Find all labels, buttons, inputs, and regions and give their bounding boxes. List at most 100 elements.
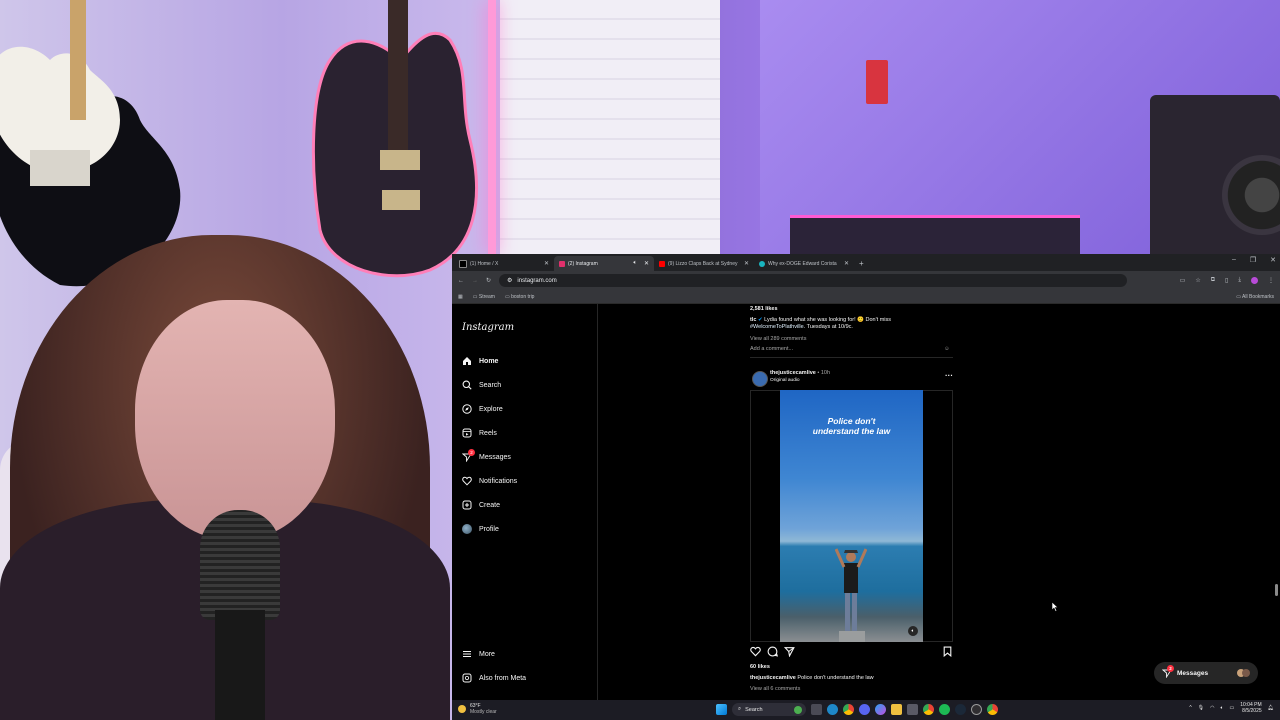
search-icon: ⌕: [738, 706, 742, 712]
profile-avatar-icon[interactable]: [1251, 277, 1258, 284]
spotify-icon[interactable]: [939, 704, 950, 715]
discord-icon[interactable]: [859, 704, 870, 715]
chrome-icon[interactable]: [843, 704, 854, 715]
close-tab-icon[interactable]: ✕: [744, 260, 749, 267]
site-info-icon[interactable]: ⚙︎: [507, 277, 512, 284]
obs-icon[interactable]: [971, 704, 982, 715]
nav-also-from-meta[interactable]: Also from Meta: [462, 673, 526, 683]
comment-icon[interactable]: [767, 646, 778, 657]
mouse-cursor-icon: [1052, 602, 1059, 612]
tab-instagram[interactable]: (2) Instagram 🔈︎ ✕: [554, 256, 654, 271]
volume-icon[interactable]: 🔈︎: [1220, 705, 1223, 711]
add-comment-input[interactable]: Add a comment...: [750, 346, 793, 352]
emoji-icon[interactable]: ☺︎: [944, 346, 950, 352]
copilot-icon[interactable]: [875, 704, 886, 715]
scrollbar[interactable]: [1275, 309, 1278, 695]
apps-grid-icon[interactable]: ▦: [458, 294, 463, 300]
home-icon: [463, 357, 471, 365]
battery-icon[interactable]: ▭: [1230, 705, 1235, 711]
new-tab-button[interactable]: +: [854, 256, 869, 271]
nav-notifications[interactable]: Notifications: [462, 476, 517, 486]
post-caption-username[interactable]: thejusticecamlive: [750, 675, 796, 681]
save-bookmark-icon[interactable]: [942, 646, 953, 657]
calculator-icon[interactable]: [907, 704, 918, 715]
chrome-pinned-icon[interactable]: [923, 704, 934, 715]
close-tab-icon[interactable]: ✕: [644, 260, 649, 267]
weather-widget[interactable]: 63°F Mostly clear: [458, 703, 497, 715]
mute-icon[interactable]: 🔈︎: [908, 626, 918, 636]
verified-badge-icon: ✔︎: [757, 317, 763, 323]
minimize-icon[interactable]: –: [1232, 256, 1236, 264]
prev-view-comments[interactable]: View all 289 comments: [750, 336, 806, 342]
hamburger-menu-icon: [463, 651, 471, 657]
instagram-logo[interactable]: Instagram: [462, 322, 514, 333]
post-view-comments[interactable]: View all 6 comments: [750, 686, 800, 692]
address-toolbar: ← → ↻ ⚙︎ instagram.com ▭ ☆ ⧉ ▯ ⤓ ⋮: [452, 271, 1280, 290]
caption-username[interactable]: tlc: [750, 317, 756, 323]
tab-article[interactable]: Why ex-DOGE Edward Corista ✕: [754, 256, 854, 271]
prev-post-likes[interactable]: 2,581 likes: [750, 306, 778, 312]
nav-reels[interactable]: Reels: [462, 428, 497, 438]
nav-search[interactable]: Search: [462, 380, 501, 390]
forward-icon[interactable]: →: [472, 278, 478, 284]
messages-pill-button[interactable]: 2 Messages: [1154, 662, 1258, 684]
tab-youtube[interactable]: (9) Lizzo Claps Back at Sydney ✕: [654, 256, 754, 271]
share-icon[interactable]: [784, 646, 795, 657]
menu-icon[interactable]: ⋮: [1268, 277, 1274, 284]
reels-icon: [462, 428, 472, 438]
downloads-icon[interactable]: ⤓: [1238, 277, 1241, 284]
like-heart-icon[interactable]: [750, 646, 761, 657]
nav-create[interactable]: Create: [462, 500, 500, 510]
instagram-sidebar: Instagram Home Search Explore Reels 2 Me…: [452, 304, 598, 700]
file-explorer-icon[interactable]: [891, 704, 902, 715]
mic-tray-icon[interactable]: 🎙︎: [1198, 705, 1204, 711]
post-avatar[interactable]: [752, 371, 768, 387]
man-in-video: [835, 548, 867, 642]
steam-icon[interactable]: [955, 704, 966, 715]
reel-video[interactable]: Police don't understand the law 🔈︎: [780, 390, 923, 642]
tab-x[interactable]: (1) Home / X ✕: [454, 256, 554, 271]
nav-profile[interactable]: Profile: [462, 524, 499, 534]
nav-home[interactable]: Home: [462, 356, 498, 366]
sidepanel-icon[interactable]: ▯: [1225, 277, 1228, 284]
nav-messages[interactable]: 2 Messages: [462, 449, 511, 462]
bookmark-boston-trip[interactable]: ▭ boston trip: [505, 294, 534, 300]
close-tab-icon[interactable]: ✕: [844, 260, 849, 267]
bookmark-star-icon[interactable]: ☆: [1195, 277, 1200, 284]
back-icon[interactable]: ←: [458, 278, 464, 284]
post-username[interactable]: thejusticecamlive: [770, 370, 816, 376]
reload-icon[interactable]: ↻: [486, 277, 491, 284]
speaker-tab-icon[interactable]: 🔈︎: [633, 260, 637, 267]
bookmark-stream[interactable]: ▭ Stream: [473, 294, 495, 300]
wifi-icon[interactable]: ◠: [1210, 705, 1214, 711]
taskbar-apps: ⌕ Search: [716, 703, 998, 716]
clock[interactable]: 10:04 PM 8/5/2025: [1240, 702, 1261, 714]
task-view-icon[interactable]: [811, 704, 822, 715]
edge-icon[interactable]: [827, 704, 838, 715]
post-divider: [750, 357, 953, 358]
post-audio[interactable]: Original audio: [770, 378, 800, 383]
create-plus-icon: [462, 500, 472, 510]
post-header: thejusticecamlive • 10h Original audio ·…: [750, 369, 955, 387]
close-window-icon[interactable]: ✕: [1270, 256, 1276, 264]
taskbar-search[interactable]: ⌕ Search: [732, 703, 806, 716]
toolbar-actions: ▭ ☆ ⧉ ▯ ⤓ ⋮: [1180, 277, 1274, 284]
hashtag-link[interactable]: #WelcomeToPlathville: [750, 324, 804, 330]
tray-chevron-icon[interactable]: ^: [1189, 705, 1191, 711]
maximize-icon[interactable]: ❐: [1250, 256, 1256, 264]
notifications-bell-icon[interactable]: 🔔︎: [1268, 705, 1274, 711]
weather-moon-icon: [458, 705, 466, 713]
nav-explore[interactable]: Explore: [462, 404, 503, 414]
compass-icon: [462, 404, 472, 414]
address-bar[interactable]: ⚙︎ instagram.com: [499, 274, 1128, 287]
close-tab-icon[interactable]: ✕: [544, 260, 549, 267]
extensions-icon[interactable]: ⧉: [1211, 277, 1215, 284]
chrome-active-icon[interactable]: [987, 704, 998, 715]
post-likes[interactable]: 60 likes: [750, 664, 770, 670]
profile-avatar-icon: [462, 524, 472, 534]
all-bookmarks[interactable]: ▭ All Bookmarks: [1236, 294, 1274, 300]
more-options-icon[interactable]: ···: [945, 371, 953, 380]
windows-start-icon[interactable]: [716, 704, 727, 715]
nav-more[interactable]: More: [462, 649, 495, 659]
install-icon[interactable]: ▭: [1180, 277, 1186, 284]
